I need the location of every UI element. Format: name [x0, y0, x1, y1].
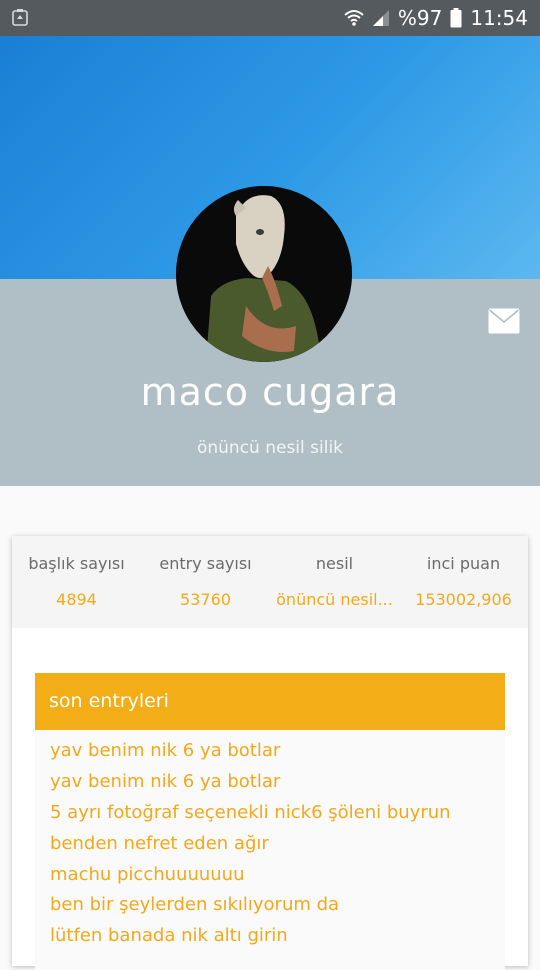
- profile-card: başlık sayısı 4894 entry sayısı 53760 ne…: [12, 536, 528, 970]
- entry-link[interactable]: machu picchuuuuuuu: [50, 864, 244, 885]
- stat-topic-count: başlık sayısı 4894: [12, 536, 141, 628]
- profile-name: maco cugara: [140, 370, 400, 414]
- stat-generation: nesil önüncü nesil...: [270, 536, 399, 628]
- profile-subtitle: önüncü nesil silik: [196, 438, 344, 458]
- mail-icon[interactable]: [488, 308, 520, 334]
- recent-entries-list: yav benim nik 6 ya botlar yav benim nik …: [35, 730, 505, 970]
- stat-value: 153002,906: [415, 590, 512, 609]
- stat-label: başlık sayısı: [28, 554, 125, 573]
- entry-link[interactable]: 5 ayrı fotoğraf seçenekli nick6 şöleni b…: [50, 802, 451, 823]
- stats-bar: başlık sayısı 4894 entry sayısı 53760 ne…: [12, 536, 528, 628]
- entry-link[interactable]: yav benim nik 6 ya botlar: [50, 771, 280, 792]
- stat-label: nesil: [315, 554, 354, 573]
- avatar-image: [176, 186, 352, 362]
- recycle-icon: [12, 9, 28, 26]
- stat-value: 53760: [180, 590, 231, 609]
- stat-value: önüncü nesil...: [276, 590, 393, 609]
- status-bar: %97 11:54: [0, 0, 540, 36]
- battery-percentage: %97: [397, 6, 443, 30]
- signal-icon: [372, 10, 389, 26]
- stat-pearl-points: inci puan 153002,906: [399, 536, 528, 628]
- battery-icon: [450, 8, 462, 28]
- wifi-icon: [344, 10, 364, 26]
- entry-link[interactable]: lütfen banada nik altı girin: [50, 925, 288, 946]
- avatar[interactable]: [176, 186, 352, 362]
- entry-link[interactable]: benden nefret eden ağır: [50, 833, 269, 854]
- entry-link[interactable]: ben bir şeylerden sıkılıyorum da: [50, 894, 339, 915]
- stat-entry-count: entry sayısı 53760: [141, 536, 270, 628]
- section-title: son entryleri: [49, 690, 169, 712]
- stat-value: 4894: [56, 590, 97, 609]
- entry-link[interactable]: yav benim nik 6 ya botlar: [50, 740, 280, 761]
- clock-time: 11:54: [470, 6, 528, 30]
- recent-entries-header: son entryleri: [35, 673, 505, 730]
- stat-label: inci puan: [426, 554, 501, 573]
- stat-label: entry sayısı: [159, 554, 252, 573]
